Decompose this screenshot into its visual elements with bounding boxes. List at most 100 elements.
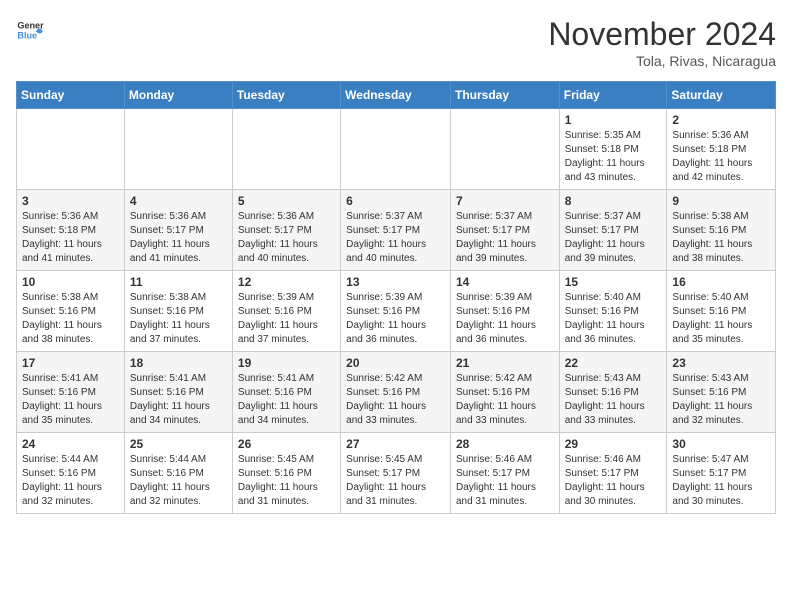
calendar-cell: 27Sunrise: 5:45 AMSunset: 5:17 PMDayligh… <box>341 433 451 514</box>
calendar-cell: 12 Sunrise: 5:39 AMSunset: 5:16 PMDayligh… <box>232 271 340 352</box>
calendar-cell: 17Sunrise: 5:41 AMSunset: 5:16 PMDayligh… <box>17 352 125 433</box>
location-title: Tola, Rivas, Nicaragua <box>548 53 776 69</box>
day-info: Sunrise: 5:35 AMSunset: 5:18 PMDaylight:… <box>565 129 662 185</box>
calendar-cell: 26 Sunrise: 5:45 AMSunset: 5:16 PMDayligh… <box>232 433 340 514</box>
page-header: General Blue November 2024 Tola, Rivas, … <box>16 16 776 69</box>
day-number: 1 <box>565 113 662 127</box>
calendar-cell: 19 Sunrise: 5:41 AMSunset: 5:16 PMDayligh… <box>232 352 340 433</box>
calendar-week-row: 17 Sunrise: 5:41 AMSunset: 5:16 PMDayligh… <box>17 352 776 433</box>
calendar-week-row: 10 Sunrise: 5:38 AMSunset: 5:16 PMDayligh… <box>17 271 776 352</box>
calendar-cell <box>17 109 125 190</box>
day-number: 13 <box>346 275 445 289</box>
day-info: Sunrise: 5:36 AMSunset: 5:18 PMDaylight:… <box>672 129 770 185</box>
day-number: 12 <box>238 275 335 289</box>
day-number: 23 <box>672 356 770 370</box>
calendar-cell: 20 Sunrise: 5:42 AMSunset: 5:16 PMDayligh… <box>341 352 451 433</box>
calendar-cell: 21 Sunrise: 5:42 AMSunset: 5:16 PMDayligh… <box>450 352 559 433</box>
calendar-week-row: 24 Sunrise: 5:44 AMSunset: 5:16 PMDayligh… <box>17 433 776 514</box>
day-info: Sunrise: 5:44 AMSunset: 5:16 PMDaylight:… <box>130 453 227 509</box>
day-number: 4 <box>130 194 227 208</box>
calendar-cell: 29 Sunrise: 5:46 AMSunset: 5:17 PMDayligh… <box>559 433 667 514</box>
day-number: 27 <box>346 437 445 451</box>
day-info: Sunrise: 5:37 AMSunset: 5:17 PMDaylight:… <box>346 210 445 266</box>
day-info: Sunrise: 5:43 AMSunset: 5:16 PMDaylight:… <box>672 372 770 428</box>
day-of-week-header: Wednesday <box>341 82 451 109</box>
day-info: Sunrise: 5:37 AMSunset: 5:17 PMDaylight:… <box>456 210 554 266</box>
calendar-cell <box>341 109 451 190</box>
calendar-cell: 28 Sunrise: 5:46 AMSunset: 5:17 PMDayligh… <box>450 433 559 514</box>
day-info: Sunrise: 5:42 AMSunset: 5:16 PMDaylight:… <box>456 372 554 428</box>
calendar-header-row: SundayMondayTuesdayWednesdayThursdayFrid… <box>17 82 776 109</box>
day-of-week-header: Monday <box>124 82 232 109</box>
day-info: Sunrise: 5:41 AMSunset: 5:16 PMDaylight:… <box>130 372 227 428</box>
calendar-cell: 22 Sunrise: 5:43 AMSunset: 5:16 PMDayligh… <box>559 352 667 433</box>
day-info: Sunrise: 5:36 AMSunset: 5:18 PMDaylight:… <box>22 210 119 266</box>
calendar-cell: 1 Sunrise: 5:35 AMSunset: 5:18 PMDaylight… <box>559 109 667 190</box>
day-of-week-header: Saturday <box>667 82 776 109</box>
day-number: 18 <box>130 356 227 370</box>
day-info: Sunrise: 5:45 AMSunset: 5:16 PMDaylight:… <box>238 453 335 509</box>
day-info: Sunrise: 5:44 AMSunset: 5:16 PMDaylight:… <box>22 453 119 509</box>
day-of-week-header: Tuesday <box>232 82 340 109</box>
day-number: 3 <box>22 194 119 208</box>
day-number: 10 <box>22 275 119 289</box>
day-number: 30 <box>672 437 770 451</box>
day-number: 21 <box>456 356 554 370</box>
month-title: November 2024 <box>548 16 776 53</box>
day-info: Sunrise: 5:38 AMSunset: 5:16 PMDaylight:… <box>22 291 119 347</box>
calendar-cell: 30 Sunrise: 5:47 AMSunset: 5:17 PMDayligh… <box>667 433 776 514</box>
calendar-cell: 25 Sunrise: 5:44 AMSunset: 5:16 PMDayligh… <box>124 433 232 514</box>
day-number: 16 <box>672 275 770 289</box>
logo: General Blue <box>16 16 44 44</box>
day-number: 28 <box>456 437 554 451</box>
calendar-table: SundayMondayTuesdayWednesdayThursdayFrid… <box>16 81 776 514</box>
calendar-cell: 16 Sunrise: 5:40 AMSunset: 5:16 PMDayligh… <box>667 271 776 352</box>
calendar-cell: 13 Sunrise: 5:39 AMSunset: 5:16 PMDayligh… <box>341 271 451 352</box>
day-of-week-header: Thursday <box>450 82 559 109</box>
calendar-cell: 15Sunrise: 5:40 AMSunset: 5:16 PMDayligh… <box>559 271 667 352</box>
day-info: Sunrise: 5:38 AMSunset: 5:16 PMDaylight:… <box>130 291 227 347</box>
title-block: November 2024 Tola, Rivas, Nicaragua <box>548 16 776 69</box>
day-info: Sunrise: 5:42 AMSunset: 5:16 PMDaylight:… <box>346 372 445 428</box>
logo-icon: General Blue <box>16 16 44 44</box>
day-number: 6 <box>346 194 445 208</box>
calendar-cell: 4 Sunrise: 5:36 AMSunset: 5:17 PMDaylight… <box>124 190 232 271</box>
day-number: 20 <box>346 356 445 370</box>
day-info: Sunrise: 5:43 AMSunset: 5:16 PMDaylight:… <box>565 372 662 428</box>
day-info: Sunrise: 5:36 AMSunset: 5:17 PMDaylight:… <box>238 210 335 266</box>
day-number: 29 <box>565 437 662 451</box>
calendar-cell: 24 Sunrise: 5:44 AMSunset: 5:16 PMDayligh… <box>17 433 125 514</box>
day-info: Sunrise: 5:47 AMSunset: 5:17 PMDaylight:… <box>672 453 770 509</box>
day-info: Sunrise: 5:40 AMSunset: 5:16 PMDaylight:… <box>565 291 662 347</box>
day-info: Sunrise: 5:37 AMSunset: 5:17 PMDaylight:… <box>565 210 662 266</box>
day-number: 19 <box>238 356 335 370</box>
day-number: 7 <box>456 194 554 208</box>
calendar-cell: 14Sunrise: 5:39 AMSunset: 5:16 PMDayligh… <box>450 271 559 352</box>
calendar-cell: 6 Sunrise: 5:37 AMSunset: 5:17 PMDaylight… <box>341 190 451 271</box>
calendar-cell: 7 Sunrise: 5:37 AMSunset: 5:17 PMDaylight… <box>450 190 559 271</box>
day-info: Sunrise: 5:40 AMSunset: 5:16 PMDaylight:… <box>672 291 770 347</box>
day-number: 8 <box>565 194 662 208</box>
day-number: 2 <box>672 113 770 127</box>
day-number: 24 <box>22 437 119 451</box>
day-number: 25 <box>130 437 227 451</box>
day-of-week-header: Sunday <box>17 82 125 109</box>
day-info: Sunrise: 5:46 AMSunset: 5:17 PMDaylight:… <box>456 453 554 509</box>
day-info: Sunrise: 5:36 AMSunset: 5:17 PMDaylight:… <box>130 210 227 266</box>
day-number: 17 <box>22 356 119 370</box>
calendar-cell: 11Sunrise: 5:38 AMSunset: 5:16 PMDayligh… <box>124 271 232 352</box>
calendar-cell <box>232 109 340 190</box>
day-number: 26 <box>238 437 335 451</box>
calendar-cell: 8 Sunrise: 5:37 AMSunset: 5:17 PMDaylight… <box>559 190 667 271</box>
calendar-cell <box>450 109 559 190</box>
day-info: Sunrise: 5:39 AMSunset: 5:16 PMDaylight:… <box>346 291 445 347</box>
calendar-week-row: 3 Sunrise: 5:36 AMSunset: 5:18 PMDaylight… <box>17 190 776 271</box>
day-info: Sunrise: 5:39 AMSunset: 5:16 PMDaylight:… <box>238 291 335 347</box>
day-number: 22 <box>565 356 662 370</box>
calendar-cell <box>124 109 232 190</box>
calendar-cell: 3 Sunrise: 5:36 AMSunset: 5:18 PMDaylight… <box>17 190 125 271</box>
svg-text:Blue: Blue <box>17 30 37 40</box>
day-info: Sunrise: 5:41 AMSunset: 5:16 PMDaylight:… <box>238 372 335 428</box>
day-info: Sunrise: 5:46 AMSunset: 5:17 PMDaylight:… <box>565 453 662 509</box>
day-of-week-header: Friday <box>559 82 667 109</box>
